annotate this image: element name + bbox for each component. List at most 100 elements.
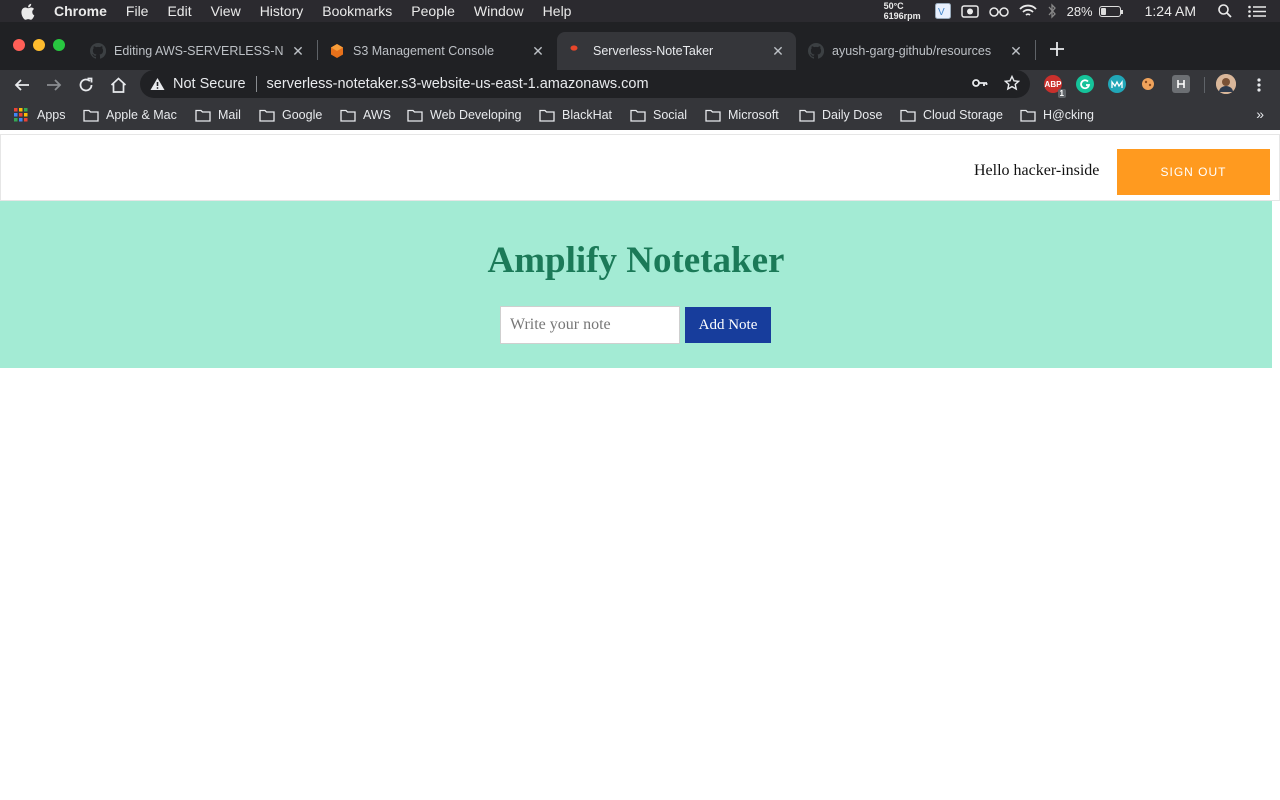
- bookmark-folder-web-developing[interactable]: Web Developing: [407, 106, 522, 124]
- bookmark-folder-social[interactable]: Social: [630, 106, 687, 124]
- menu-people[interactable]: People: [411, 3, 455, 19]
- tab-editing-aws-serverless[interactable]: Editing AWS-SERVERLESS-NO ✕: [78, 32, 316, 70]
- window-close-button[interactable]: [13, 39, 25, 51]
- tab-title: S3 Management Console: [353, 44, 495, 58]
- folder-icon: [705, 108, 721, 122]
- tab-ayush-garg-resources[interactable]: ayush-garg-github/resources ✕: [796, 32, 1034, 70]
- app-navbar: Hello hacker-inside Sign Out: [0, 134, 1280, 201]
- folder-icon: [799, 108, 815, 122]
- reload-icon[interactable]: [73, 72, 99, 98]
- adblock-plus-icon[interactable]: ABP 1: [1044, 75, 1066, 98]
- back-arrow-icon[interactable]: [9, 72, 35, 98]
- bookmark-folder-google[interactable]: Google: [259, 106, 322, 124]
- tab-close-icon[interactable]: ✕: [770, 43, 786, 59]
- mercury-reader-icon[interactable]: [1108, 75, 1126, 93]
- adblock-label: ABP: [1044, 79, 1062, 89]
- menu-view[interactable]: View: [211, 3, 241, 19]
- menu-edit[interactable]: Edit: [167, 3, 191, 19]
- menu-help[interactable]: Help: [543, 3, 572, 19]
- bookmarks-overflow-chevron-icon[interactable]: »: [1256, 106, 1264, 122]
- folder-icon: [259, 108, 275, 122]
- wifi-icon[interactable]: [1018, 4, 1037, 18]
- spotlight-search-icon[interactable]: [1218, 4, 1232, 18]
- window-minimize-button[interactable]: [33, 39, 45, 51]
- tab-title: Serverless-NoteTaker: [593, 44, 714, 58]
- bookmark-label: Daily Dose: [822, 108, 883, 122]
- github-icon: [808, 43, 824, 59]
- bookmark-label: H@cking: [1043, 108, 1094, 122]
- temperature-readout[interactable]: 50°C 6196rpm: [884, 1, 921, 21]
- bookmark-folder-daily-dose[interactable]: Daily Dose: [799, 106, 882, 124]
- bluetooth-icon[interactable]: [1047, 3, 1057, 19]
- sign-out-button[interactable]: Sign Out: [1117, 149, 1270, 195]
- bookmark-label: Mail: [218, 108, 241, 122]
- folder-icon: [407, 108, 423, 122]
- add-note-button[interactable]: Add Note: [685, 307, 771, 343]
- note-input[interactable]: [500, 306, 680, 344]
- svg-text:V: V: [938, 7, 945, 18]
- grammarly-icon[interactable]: [1076, 75, 1094, 93]
- menubar-clock[interactable]: 1:24 AM: [1145, 3, 1196, 19]
- adblock-badge: 1: [1057, 89, 1066, 98]
- github-icon: [90, 43, 106, 59]
- folder-icon: [539, 108, 555, 122]
- bookmark-label: Cloud Storage: [923, 108, 1003, 122]
- bookmark-folder-cloud-storage[interactable]: Cloud Storage: [900, 106, 1003, 124]
- folder-icon: [630, 108, 646, 122]
- page-title: Amplify Notetaker: [487, 240, 785, 281]
- menu-window[interactable]: Window: [474, 3, 524, 19]
- note-header-section: Amplify Notetaker Add Note: [0, 201, 1272, 368]
- menu-app-chrome[interactable]: Chrome: [54, 3, 107, 19]
- cookie-extension-icon[interactable]: [1139, 75, 1157, 93]
- bookmark-label: Apple & Mac: [106, 108, 177, 122]
- tab-close-icon[interactable]: ✕: [290, 43, 306, 59]
- battery-icon[interactable]: [1098, 5, 1123, 17]
- home-icon[interactable]: [105, 72, 131, 98]
- url-text[interactable]: serverless-notetaker.s3-website-us-east-…: [267, 76, 649, 92]
- menu-bookmarks[interactable]: Bookmarks: [322, 3, 392, 19]
- bookmark-folder-hacking[interactable]: H@cking: [1020, 106, 1094, 124]
- not-secure-label[interactable]: Not Secure: [173, 76, 246, 92]
- battery-level-fill: [1100, 7, 1106, 15]
- apple-icon[interactable]: [20, 3, 36, 20]
- glasses-icon[interactable]: [988, 5, 1009, 17]
- bookmark-label: Social: [653, 108, 688, 122]
- red-dot-icon: [569, 43, 585, 59]
- notification-center-icon[interactable]: [1248, 5, 1266, 18]
- tab-strip: Editing AWS-SERVERLESS-NO ✕ S3 Managemen…: [0, 22, 1280, 70]
- tab-serverless-notetaker[interactable]: Serverless-NoteTaker ✕: [557, 32, 796, 70]
- tab-close-icon[interactable]: ✕: [530, 43, 546, 59]
- menu-history[interactable]: History: [260, 3, 304, 19]
- battery-percent[interactable]: 28%: [1067, 4, 1093, 19]
- tab-s3-management-console[interactable]: S3 Management Console ✕: [317, 32, 556, 70]
- apps-grid-icon: [14, 108, 30, 122]
- browser-toolbar: Not Secure serverless-notetaker.s3-websi…: [0, 70, 1280, 100]
- tab-close-icon[interactable]: ✕: [1008, 43, 1024, 59]
- new-tab-plus-icon[interactable]: [1046, 38, 1068, 60]
- bookmark-star-icon[interactable]: [1003, 74, 1021, 95]
- macos-menu-bar: Chrome File Edit View History Bookmarks …: [0, 0, 1280, 22]
- profile-avatar[interactable]: [1216, 74, 1236, 94]
- key-icon[interactable]: [972, 76, 988, 94]
- bookmark-apps[interactable]: Apps: [14, 106, 66, 124]
- bookmark-folder-aws[interactable]: AWS: [340, 106, 391, 124]
- image-capture-icon[interactable]: [960, 4, 979, 18]
- bookmark-folder-blackhat[interactable]: BlackHat: [539, 106, 612, 124]
- window-zoom-button[interactable]: [53, 39, 65, 51]
- omnibox-divider: [255, 76, 257, 92]
- bookmark-folder-microsoft[interactable]: Microsoft: [705, 106, 779, 124]
- chrome-menu-icon[interactable]: [1246, 72, 1272, 98]
- bookmark-label: Microsoft: [728, 108, 779, 122]
- tab-title: Editing AWS-SERVERLESS-NO: [114, 44, 284, 58]
- fan-speed-value: 6196rpm: [883, 11, 921, 21]
- menu-file[interactable]: File: [126, 3, 149, 19]
- bookmarks-bar: Apps Apple & Mac Mail Google AWS Web Dev…: [0, 100, 1280, 130]
- bookmark-folder-apple-mac[interactable]: Apple & Mac: [83, 106, 177, 124]
- bookmark-label: Apps: [37, 108, 66, 122]
- vectorize-icon[interactable]: V: [934, 3, 951, 19]
- h-extension-icon[interactable]: [1172, 75, 1190, 93]
- bookmark-folder-mail[interactable]: Mail: [195, 106, 241, 124]
- warning-triangle-icon[interactable]: [150, 77, 165, 91]
- forward-arrow-icon[interactable]: [41, 72, 67, 98]
- address-bar[interactable]: Not Secure serverless-notetaker.s3-websi…: [140, 70, 1030, 98]
